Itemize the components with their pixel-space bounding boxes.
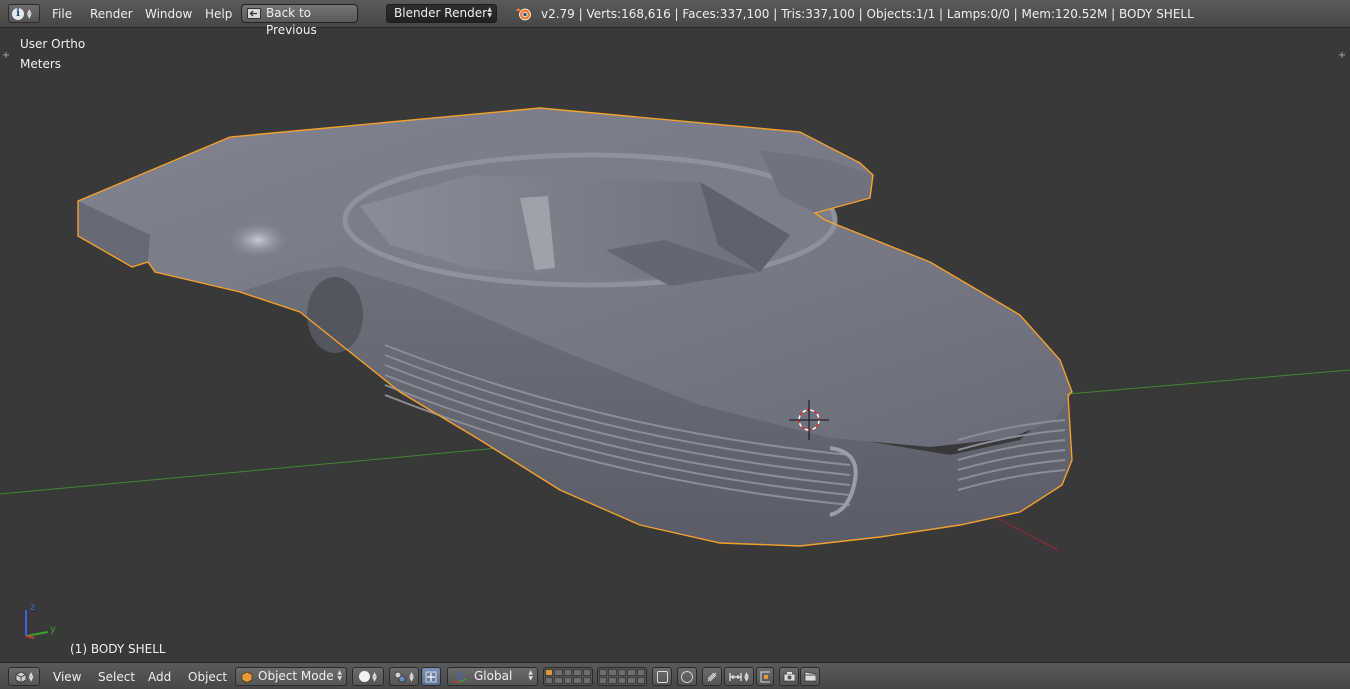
editor-type-button-3d[interactable]: ▲ ▼: [8, 667, 40, 686]
side-intake: [307, 277, 363, 353]
tool-shelf-toggle-icon[interactable]: +: [1, 51, 11, 61]
gizmo-y-label: y: [50, 624, 56, 635]
blender-logo-icon: [516, 8, 531, 21]
camera-icon: [783, 672, 795, 682]
active-object-label: (1) BODY SHELL: [70, 642, 166, 656]
clapper-icon: [804, 671, 816, 682]
menu-view[interactable]: View: [53, 669, 81, 685]
manipulator-icon: [425, 671, 437, 682]
properties-toggle-icon[interactable]: +: [1337, 51, 1347, 61]
3d-viewport[interactable]: z y User Ortho Meters (1) BODY SHELL + +: [0, 28, 1350, 662]
pivot-point-button[interactable]: ▲ ▼: [389, 667, 419, 686]
lock-layers-button[interactable]: [652, 667, 672, 686]
dropdown-arrows-icon: ▲ ▼: [487, 6, 492, 19]
unit-system: Meters: [20, 57, 62, 71]
y-axis-line-far: [1067, 369, 1350, 395]
info-header: i ▲ ▼ File Render Window Help Back to Pre…: [0, 0, 1350, 37]
orientation-icon: [454, 672, 467, 683]
snap-target-button[interactable]: [756, 667, 774, 686]
pivot-icon: [394, 671, 406, 682]
menu-render[interactable]: Render: [90, 6, 133, 22]
viewport-shading-button[interactable]: ▲ ▼: [352, 667, 384, 686]
back-to-previous-button[interactable]: Back to Previous: [241, 4, 358, 37]
info-icon: i: [12, 7, 24, 20]
menu-file[interactable]: File: [52, 6, 72, 22]
render-opengl-still-button[interactable]: [779, 667, 799, 686]
layers-icon: [656, 670, 668, 683]
editor-type-button[interactable]: i ▲ ▼: [8, 4, 40, 23]
render-engine-value: Blender Render: [394, 6, 488, 20]
render-engine-dropdown[interactable]: Blender Render ▲ ▼: [386, 4, 497, 23]
transform-orientation-dropdown[interactable]: Global ▲ ▼: [447, 667, 538, 686]
menu-object[interactable]: Object: [188, 669, 227, 685]
scene-canvas[interactable]: [0, 28, 1350, 662]
object-mode-icon: [241, 671, 253, 683]
gizmo-z-label: z: [30, 602, 36, 613]
mode-value: Object Mode: [258, 669, 334, 683]
scene-layers-group-1[interactable]: [543, 667, 593, 686]
menu-select[interactable]: Select: [98, 669, 135, 685]
back-icon: [247, 8, 261, 19]
3d-view-header: ▲ ▼ View Select Add Object Object Mode ▲ ▼…: [0, 662, 1350, 689]
scene-layers-group-2[interactable]: [597, 667, 647, 686]
updown-icon: ▲ ▼: [27, 7, 32, 20]
mode-dropdown[interactable]: Object Mode ▲ ▼: [235, 667, 347, 686]
render-opengl-animation-button[interactable]: [800, 667, 820, 686]
snap-icon: [707, 672, 717, 681]
cube-icon: [15, 671, 27, 683]
menu-window[interactable]: Window: [145, 6, 192, 22]
orientation-value: Global: [474, 669, 513, 683]
axis-gizmo: [25, 610, 49, 639]
menu-help[interactable]: Help: [205, 6, 232, 22]
manipulator-toggle[interactable]: [421, 667, 441, 686]
snap-target-icon: [760, 671, 770, 682]
proportional-icon: [681, 670, 693, 683]
wheel-arch-highlight: [228, 222, 288, 258]
scene-statistics: v2.79 | Verts:168,616 | Faces:337,100 | …: [541, 7, 1194, 21]
view-name: User Ortho: [20, 37, 86, 51]
menu-add[interactable]: Add: [148, 669, 171, 685]
snap-toggle-button[interactable]: [702, 667, 722, 686]
sphere-shading-icon: [359, 671, 371, 682]
snap-element-button[interactable]: ▲ ▼: [724, 667, 754, 686]
proportional-editing-button[interactable]: [677, 667, 697, 686]
snap-increment-icon: [729, 672, 742, 681]
